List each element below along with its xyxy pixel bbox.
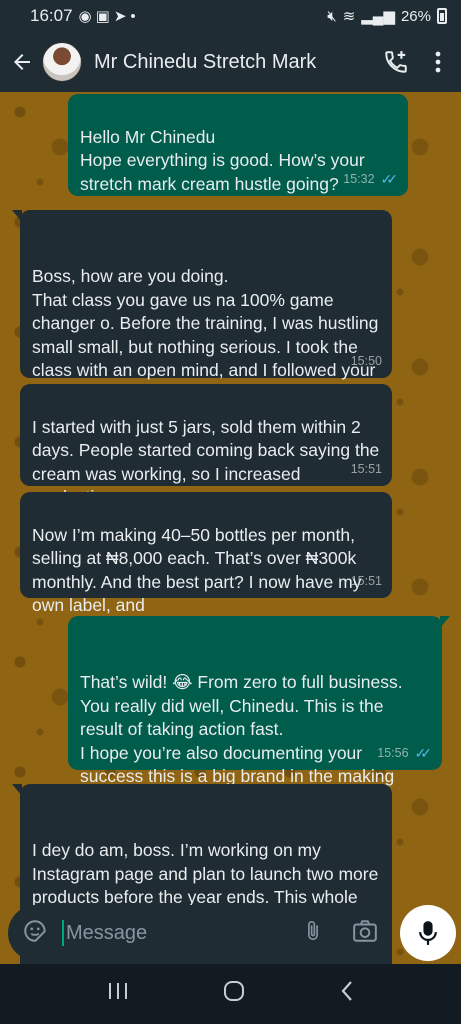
attachment-icon[interactable] [302, 918, 324, 949]
battery-icon [437, 8, 447, 24]
message-text: Boss, how are you doing. That class you … [32, 266, 379, 404]
sticker-icon[interactable] [22, 918, 48, 949]
more-options-icon[interactable] [435, 51, 441, 73]
message-bubble-outgoing[interactable]: That’s wild! 😂 From zero to full busines… [68, 616, 450, 786]
status-time: 16:07 [30, 6, 73, 25]
avatar[interactable] [42, 42, 82, 82]
back-arrow-icon[interactable] [8, 48, 36, 76]
mic-button[interactable] [400, 905, 456, 961]
contact-name[interactable]: Mr Chinedu Stretch Mark [94, 51, 316, 74]
message-input[interactable]: Message [62, 920, 147, 946]
facebook-notification-icon: ▣ [95, 8, 110, 25]
add-call-icon[interactable] [383, 49, 409, 75]
message-text: Now I’m making 40–50 bottles per month, … [32, 524, 362, 616]
more-notifications-dot-icon: • [130, 7, 136, 25]
battery-percent: 26% [400, 7, 431, 25]
chat-area[interactable]: Hello Mr Chinedu Hope everything is good… [0, 92, 461, 964]
signal-icon: ▂▄▆ [361, 8, 395, 25]
mute-icon: 🔇︎ [327, 7, 337, 25]
telegram-notification-icon: ➤ [113, 8, 127, 25]
message-input-bar: Message [8, 905, 392, 961]
message-time: 15:32 [343, 171, 375, 186]
wifi-icon: ≋ [342, 8, 356, 25]
message-bubble-incoming[interactable]: Now I’m making 40–50 bottles per month, … [20, 492, 392, 615]
message-time: 15:56 [377, 745, 409, 760]
home-icon[interactable] [222, 979, 246, 1009]
back-nav-icon[interactable] [339, 979, 355, 1009]
read-ticks-icon: ✓✓ [380, 170, 399, 187]
microphone-icon [419, 921, 437, 945]
system-nav-bar [0, 964, 461, 1024]
message-time: 15:50 [350, 353, 382, 368]
read-ticks-icon: ✓✓ [414, 744, 433, 761]
recent-apps-icon[interactable] [107, 981, 129, 1007]
message-bubble-incoming[interactable]: Boss, how are you doing. That class you … [12, 210, 392, 404]
message-text: Hello Mr Chinedu Hope everything is good… [80, 126, 365, 194]
message-bubble-incoming[interactable]: I started with just 5 jars, sold them wi… [20, 384, 392, 507]
whatsapp-notification-icon: ◉ [78, 8, 92, 25]
camera-icon[interactable] [352, 919, 378, 948]
status-bar: 16:07 ◉ ▣ ➤ • 🔇︎ ≋ ▂▄▆ 26% [0, 0, 461, 32]
message-bubble-outgoing[interactable]: Hello Mr Chinedu Hope everything is good… [68, 94, 408, 196]
chat-header: Mr Chinedu Stretch Mark [0, 32, 461, 92]
message-text: That’s wild! 😂 From zero to full busines… [80, 672, 403, 786]
notification-icons: ◉ ▣ ➤ • [78, 7, 136, 26]
message-time: 15:51 [350, 573, 382, 588]
message-time: 15:51 [350, 461, 382, 476]
